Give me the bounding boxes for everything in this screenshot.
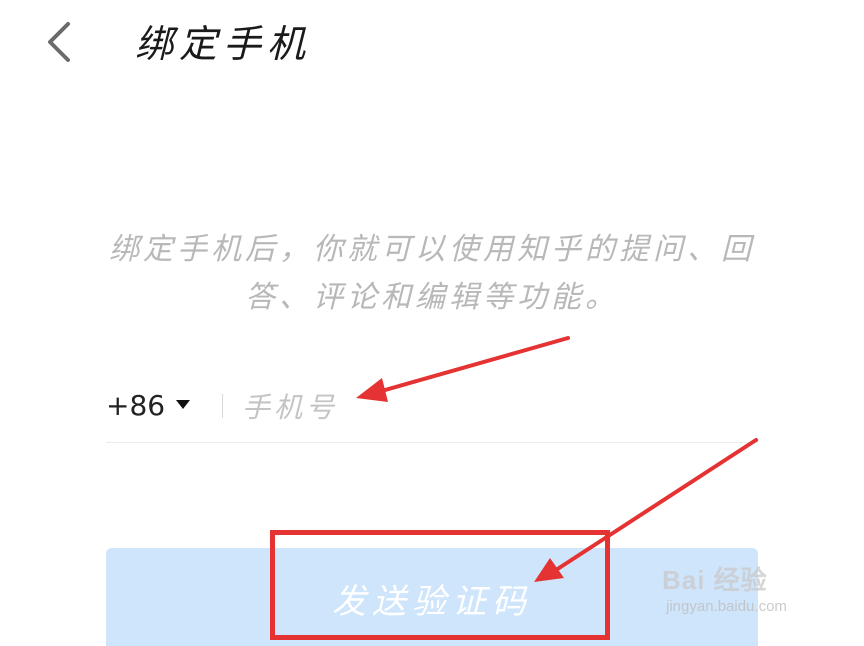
send-code-button[interactable]: 发送验证码 <box>106 548 758 646</box>
bind-phone-screen: 绑定手机 绑定手机后，你就可以使用知乎的提问、回答、评论和编辑等功能。 +86 … <box>0 0 864 646</box>
chevron-left-icon <box>48 22 70 62</box>
divider <box>222 394 223 418</box>
phone-number-input[interactable] <box>242 386 742 428</box>
back-button[interactable] <box>38 18 86 66</box>
phone-input-row: +86 <box>106 372 758 443</box>
send-code-label: 发送验证码 <box>332 582 532 622</box>
bind-description: 绑定手机后，你就可以使用知乎的提问、回答、评论和编辑等功能。 <box>109 232 755 315</box>
page-title: 绑定手机 <box>135 22 312 66</box>
country-code-selector[interactable]: +86 <box>106 386 165 426</box>
caret-down-icon[interactable] <box>176 400 190 410</box>
